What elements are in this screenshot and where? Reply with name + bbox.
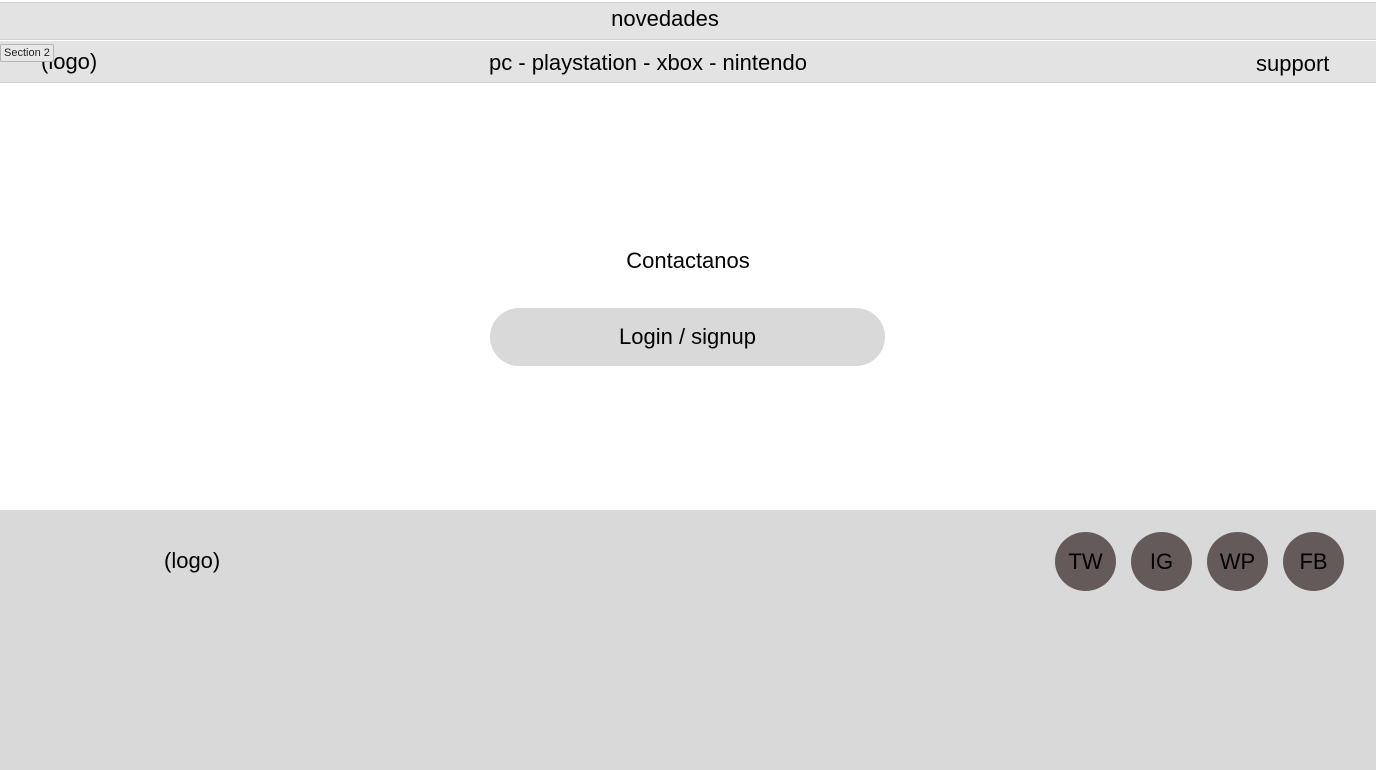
whatsapp-icon[interactable]: WP	[1207, 532, 1268, 591]
top-banner: novedades	[0, 2, 1376, 40]
page: novedades (logo) pc - playstation - xbox…	[0, 0, 1376, 770]
facebook-icon[interactable]: FB	[1283, 532, 1344, 591]
support-link[interactable]: support	[1256, 51, 1329, 77]
section-label: Section 2	[0, 44, 54, 62]
twitter-icon[interactable]: TW	[1055, 532, 1116, 591]
login-signup-button[interactable]: Login / signup	[490, 308, 885, 366]
main-nav: (logo) pc - playstation - xbox - nintend…	[0, 41, 1376, 83]
news-link[interactable]: novedades	[0, 6, 1330, 32]
footer: (logo) TW IG WP FB	[0, 510, 1376, 770]
contact-title: Contactanos	[626, 248, 750, 273]
footer-logo[interactable]: (logo)	[164, 548, 220, 574]
instagram-icon[interactable]: IG	[1131, 532, 1192, 591]
platforms-nav-links[interactable]: pc - playstation - xbox - nintendo	[489, 50, 807, 76]
